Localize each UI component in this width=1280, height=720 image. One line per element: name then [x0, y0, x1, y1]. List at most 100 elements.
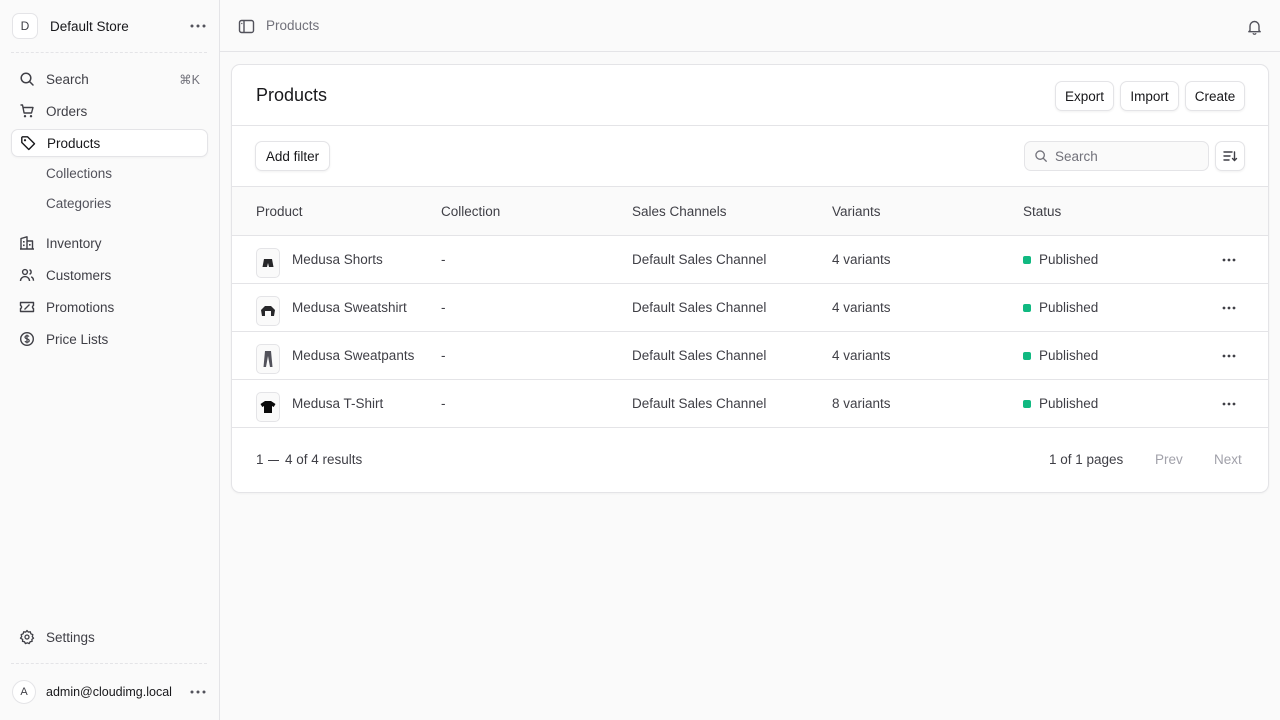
product-name[interactable]: Medusa Sweatpants	[292, 348, 414, 363]
export-button[interactable]: Export	[1055, 81, 1114, 111]
row-actions-icon[interactable]	[1219, 394, 1239, 414]
product-thumbnail	[256, 296, 280, 326]
row-actions-icon[interactable]	[1219, 298, 1239, 318]
sidebar-item-customers[interactable]: Customers	[11, 261, 208, 289]
product-collection: -	[441, 348, 446, 363]
product-thumbnail	[256, 248, 280, 278]
product-thumbnail	[256, 392, 280, 422]
product-name[interactable]: Medusa T-Shirt	[292, 396, 383, 411]
table-row[interactable]: Medusa T-Shirt - Default Sales Channel 8…	[232, 380, 1268, 428]
filter-bar: Add filter	[232, 126, 1268, 187]
sidebar-item-products[interactable]: Products	[11, 129, 208, 157]
product-variants: 4 variants	[832, 252, 891, 267]
sidebar-item-label: Price Lists	[46, 331, 109, 347]
status-badge: Published	[1039, 300, 1099, 315]
pagination-range-rest: 4 of 4 results	[285, 452, 363, 467]
status-dot	[1023, 256, 1031, 264]
card-header: Products Export Import Create	[232, 65, 1268, 126]
building-icon	[19, 235, 35, 251]
column-header-product[interactable]: Product	[256, 204, 303, 219]
tshirt-icon	[260, 400, 276, 414]
import-button[interactable]: Import	[1120, 81, 1179, 111]
sidebar-divider	[11, 52, 207, 53]
sidebar: D Default Store Search ⌘K Orders Product…	[0, 0, 220, 720]
sidebar-item-orders[interactable]: Orders	[11, 97, 208, 125]
store-switcher[interactable]: D Default Store	[12, 13, 208, 39]
sidebar-item-label: Inventory	[46, 235, 102, 251]
product-thumbnail	[256, 344, 280, 374]
pagination-range-start: 1	[256, 452, 264, 467]
column-header-sales-channels[interactable]: Sales Channels	[632, 204, 727, 219]
products-card: Products Export Import Create Add filter…	[231, 64, 1269, 493]
shorts-icon	[262, 258, 274, 268]
topbar: Products	[220, 0, 1280, 52]
sidebar-item-label: Promotions	[46, 299, 115, 315]
search-icon	[19, 71, 35, 87]
add-filter-button[interactable]: Add filter	[255, 141, 330, 171]
status-badge: Published	[1039, 348, 1099, 363]
product-variants: 8 variants	[832, 396, 891, 411]
sidebar-item-price-lists[interactable]: Price Lists	[11, 325, 208, 353]
product-sales-channel: Default Sales Channel	[632, 396, 767, 411]
pagination: 1 4 of 4 results 1 of 1 pages Prev Next	[232, 428, 1268, 492]
column-header-status[interactable]: Status	[1023, 204, 1061, 219]
table-row[interactable]: Medusa Sweatshirt - Default Sales Channe…	[232, 284, 1268, 332]
sidebar-item-search[interactable]: Search ⌘K	[11, 65, 208, 93]
search-shortcut: ⌘K	[179, 72, 200, 87]
prev-button[interactable]: Prev	[1155, 452, 1183, 467]
status-dot	[1023, 304, 1031, 312]
product-sales-channel: Default Sales Channel	[632, 252, 767, 267]
table-row[interactable]: Medusa Shorts - Default Sales Channel 4 …	[232, 236, 1268, 284]
sidebar-item-collections[interactable]: Collections	[46, 166, 112, 181]
product-name[interactable]: Medusa Shorts	[292, 252, 383, 267]
product-name[interactable]: Medusa Sweatshirt	[292, 300, 407, 315]
sidebar-item-label: Products	[47, 135, 101, 151]
avatar: A	[12, 680, 36, 704]
status-badge: Published	[1039, 396, 1099, 411]
search-icon	[1034, 149, 1048, 163]
users-icon	[19, 267, 35, 283]
product-collection: -	[441, 252, 446, 267]
column-header-variants[interactable]: Variants	[832, 204, 881, 219]
sort-button[interactable]	[1215, 141, 1245, 171]
table-row[interactable]: Medusa Sweatpants - Default Sales Channe…	[232, 332, 1268, 380]
row-actions-icon[interactable]	[1219, 250, 1239, 270]
store-name: Default Store	[50, 18, 129, 34]
product-variants: 4 variants	[832, 348, 891, 363]
sidebar-item-label: Settings	[46, 629, 95, 645]
breadcrumb[interactable]: Products	[266, 18, 319, 33]
sidebar-item-inventory[interactable]: Inventory	[11, 229, 208, 257]
product-sales-channel: Default Sales Channel	[632, 348, 767, 363]
sidebar-toggle-icon[interactable]	[238, 18, 255, 35]
sidebar-item-promotions[interactable]: Promotions	[11, 293, 208, 321]
range-dash	[268, 460, 279, 461]
user-email: admin@cloudimg.local	[46, 685, 172, 699]
product-collection: -	[441, 300, 446, 315]
sidebar-item-label: Orders	[46, 103, 88, 119]
cart-icon	[19, 103, 35, 119]
product-variants: 4 variants	[832, 300, 891, 315]
store-avatar: D	[12, 13, 38, 39]
sidebar-item-label: Search	[46, 71, 89, 87]
product-sales-channel: Default Sales Channel	[632, 300, 767, 315]
user-menu[interactable]: A admin@cloudimg.local	[12, 680, 208, 704]
user-menu-icon[interactable]	[188, 682, 208, 702]
product-collection: -	[441, 396, 446, 411]
sidebar-divider	[11, 663, 207, 664]
bell-icon[interactable]	[1246, 18, 1263, 35]
sweatpants-icon	[263, 350, 273, 368]
sidebar-item-categories[interactable]: Categories	[46, 196, 111, 211]
column-header-collection[interactable]: Collection	[441, 204, 500, 219]
create-button[interactable]: Create	[1185, 81, 1245, 111]
table-header: Product Collection Sales Channels Varian…	[232, 187, 1268, 236]
currency-icon	[19, 331, 35, 347]
search-input[interactable]	[1055, 148, 1195, 164]
row-actions-icon[interactable]	[1219, 346, 1239, 366]
sidebar-item-settings[interactable]: Settings	[11, 623, 208, 651]
store-menu-icon[interactable]	[188, 16, 208, 36]
sidebar-item-label: Customers	[46, 267, 112, 283]
search-field[interactable]	[1024, 141, 1209, 171]
pagination-pages: 1 of 1 pages	[1049, 452, 1124, 467]
next-button[interactable]: Next	[1214, 452, 1242, 467]
sort-icon	[1222, 148, 1238, 164]
